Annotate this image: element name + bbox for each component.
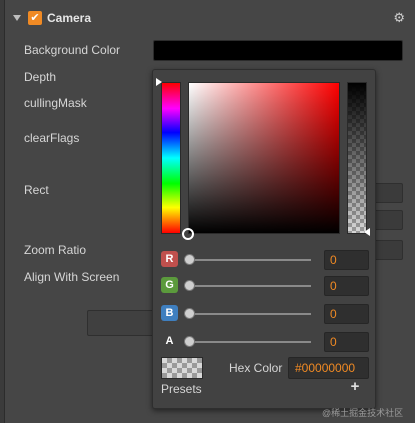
label-background-color: Background Color (24, 43, 121, 57)
channel-value-b[interactable]: 0 (324, 304, 369, 324)
channel-knob-a[interactable] (184, 336, 195, 347)
channel-row-b: B 0 (161, 304, 369, 324)
channel-track-a[interactable] (189, 341, 311, 343)
saturation-value-area[interactable] (188, 82, 340, 234)
label-rect: Rect (24, 183, 49, 197)
hex-color-input[interactable]: #00000000 (288, 357, 369, 379)
channel-value-r[interactable]: 0 (324, 250, 369, 270)
gear-icon[interactable]: ⚙ (393, 11, 405, 24)
channel-badge-b: B (161, 305, 178, 321)
presets-label: Presets (161, 382, 202, 396)
hidden-button[interactable] (87, 310, 157, 336)
label-clear-flags: clearFlags (24, 131, 80, 145)
alpha-slider[interactable] (347, 82, 367, 234)
channel-knob-b[interactable] (184, 308, 195, 319)
channel-value-a[interactable]: 0 (324, 332, 369, 352)
enabled-checkbox[interactable]: ✔ (28, 11, 42, 25)
channel-knob-r[interactable] (184, 254, 195, 265)
channel-badge-a: A (161, 333, 178, 349)
label-zoom-ratio: Zoom Ratio (24, 243, 87, 257)
watermark: @稀土掘金技术社区 (322, 408, 404, 418)
channel-track-g[interactable] (189, 285, 311, 287)
hue-slider[interactable] (161, 82, 181, 234)
add-preset-icon[interactable]: + (348, 379, 362, 394)
channel-knob-g[interactable] (184, 280, 195, 291)
channel-badge-g: G (161, 277, 178, 293)
sv-cursor[interactable] (182, 228, 194, 240)
checkmark-icon: ✔ (30, 12, 40, 24)
channel-row-r: R 0 (161, 250, 369, 270)
background-color-swatch[interactable] (153, 40, 403, 61)
channel-track-b[interactable] (189, 313, 311, 315)
color-picker-popup: R 0 G 0 B 0 A 0 Hex Color #00000000 Pres… (152, 69, 376, 409)
component-header[interactable]: ✔ Camera ⚙ (5, 0, 415, 36)
channel-row-g: G 0 (161, 276, 369, 296)
collapse-arrow-icon[interactable] (13, 15, 21, 21)
channel-track-r[interactable] (189, 259, 311, 261)
hex-color-label: Hex Color (229, 361, 283, 375)
alpha-marker-icon[interactable] (364, 228, 370, 236)
label-depth: Depth (24, 70, 57, 84)
label-culling-mask: cullingMask (24, 96, 87, 110)
component-title: Camera (47, 11, 92, 25)
channel-value-g[interactable]: 0 (324, 276, 369, 296)
channel-badge-r: R (161, 251, 178, 267)
label-align-with-screen: Align With Screen (24, 270, 120, 284)
hue-marker-icon[interactable] (156, 78, 162, 86)
channel-row-a: A 0 (161, 332, 369, 352)
color-preview-swatch (161, 357, 203, 379)
left-rail (0, 0, 5, 423)
